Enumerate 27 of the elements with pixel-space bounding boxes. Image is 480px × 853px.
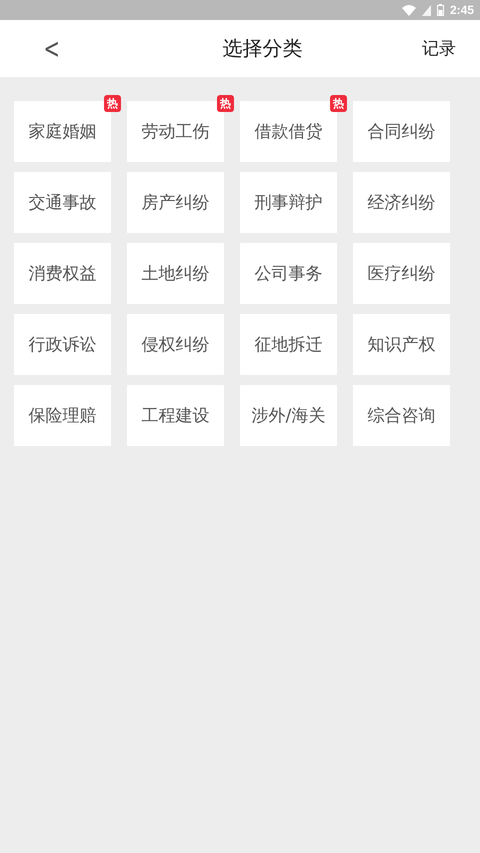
category-button[interactable]: 征地拆迁: [240, 314, 337, 375]
status-time: 2:45: [450, 3, 474, 17]
category-button[interactable]: 经济纠纷: [353, 172, 450, 233]
category-button[interactable]: 工程建设: [127, 385, 224, 446]
category-button[interactable]: 刑事辩护: [240, 172, 337, 233]
category-button[interactable]: 知识产权: [353, 314, 450, 375]
battery-icon: [436, 4, 444, 16]
wifi-icon: [402, 4, 416, 16]
category-button[interactable]: 侵权纠纷: [127, 314, 224, 375]
category-button[interactable]: 保险理赔: [14, 385, 111, 446]
category-button[interactable]: 综合咨询: [353, 385, 450, 446]
category-button[interactable]: 行政诉讼: [14, 314, 111, 375]
hot-badge: 热: [104, 95, 121, 112]
page-title: 选择分类: [222, 35, 303, 62]
category-button[interactable]: 交通事故: [14, 172, 111, 233]
records-button[interactable]: 记录: [422, 37, 456, 60]
signal-icon: [422, 4, 431, 16]
category-button[interactable]: 房产纠纷: [127, 172, 224, 233]
category-button[interactable]: 合同纠纷: [353, 101, 450, 162]
back-button[interactable]: <: [40, 32, 63, 65]
category-button[interactable]: 消费权益: [14, 243, 111, 304]
hot-badge: 热: [330, 95, 347, 112]
hot-badge: 热: [217, 95, 234, 112]
category-button[interactable]: 公司事务: [240, 243, 337, 304]
category-button[interactable]: 涉外/海关: [240, 385, 337, 446]
category-button[interactable]: 医疗纠纷: [353, 243, 450, 304]
category-button[interactable]: 土地纠纷: [127, 243, 224, 304]
